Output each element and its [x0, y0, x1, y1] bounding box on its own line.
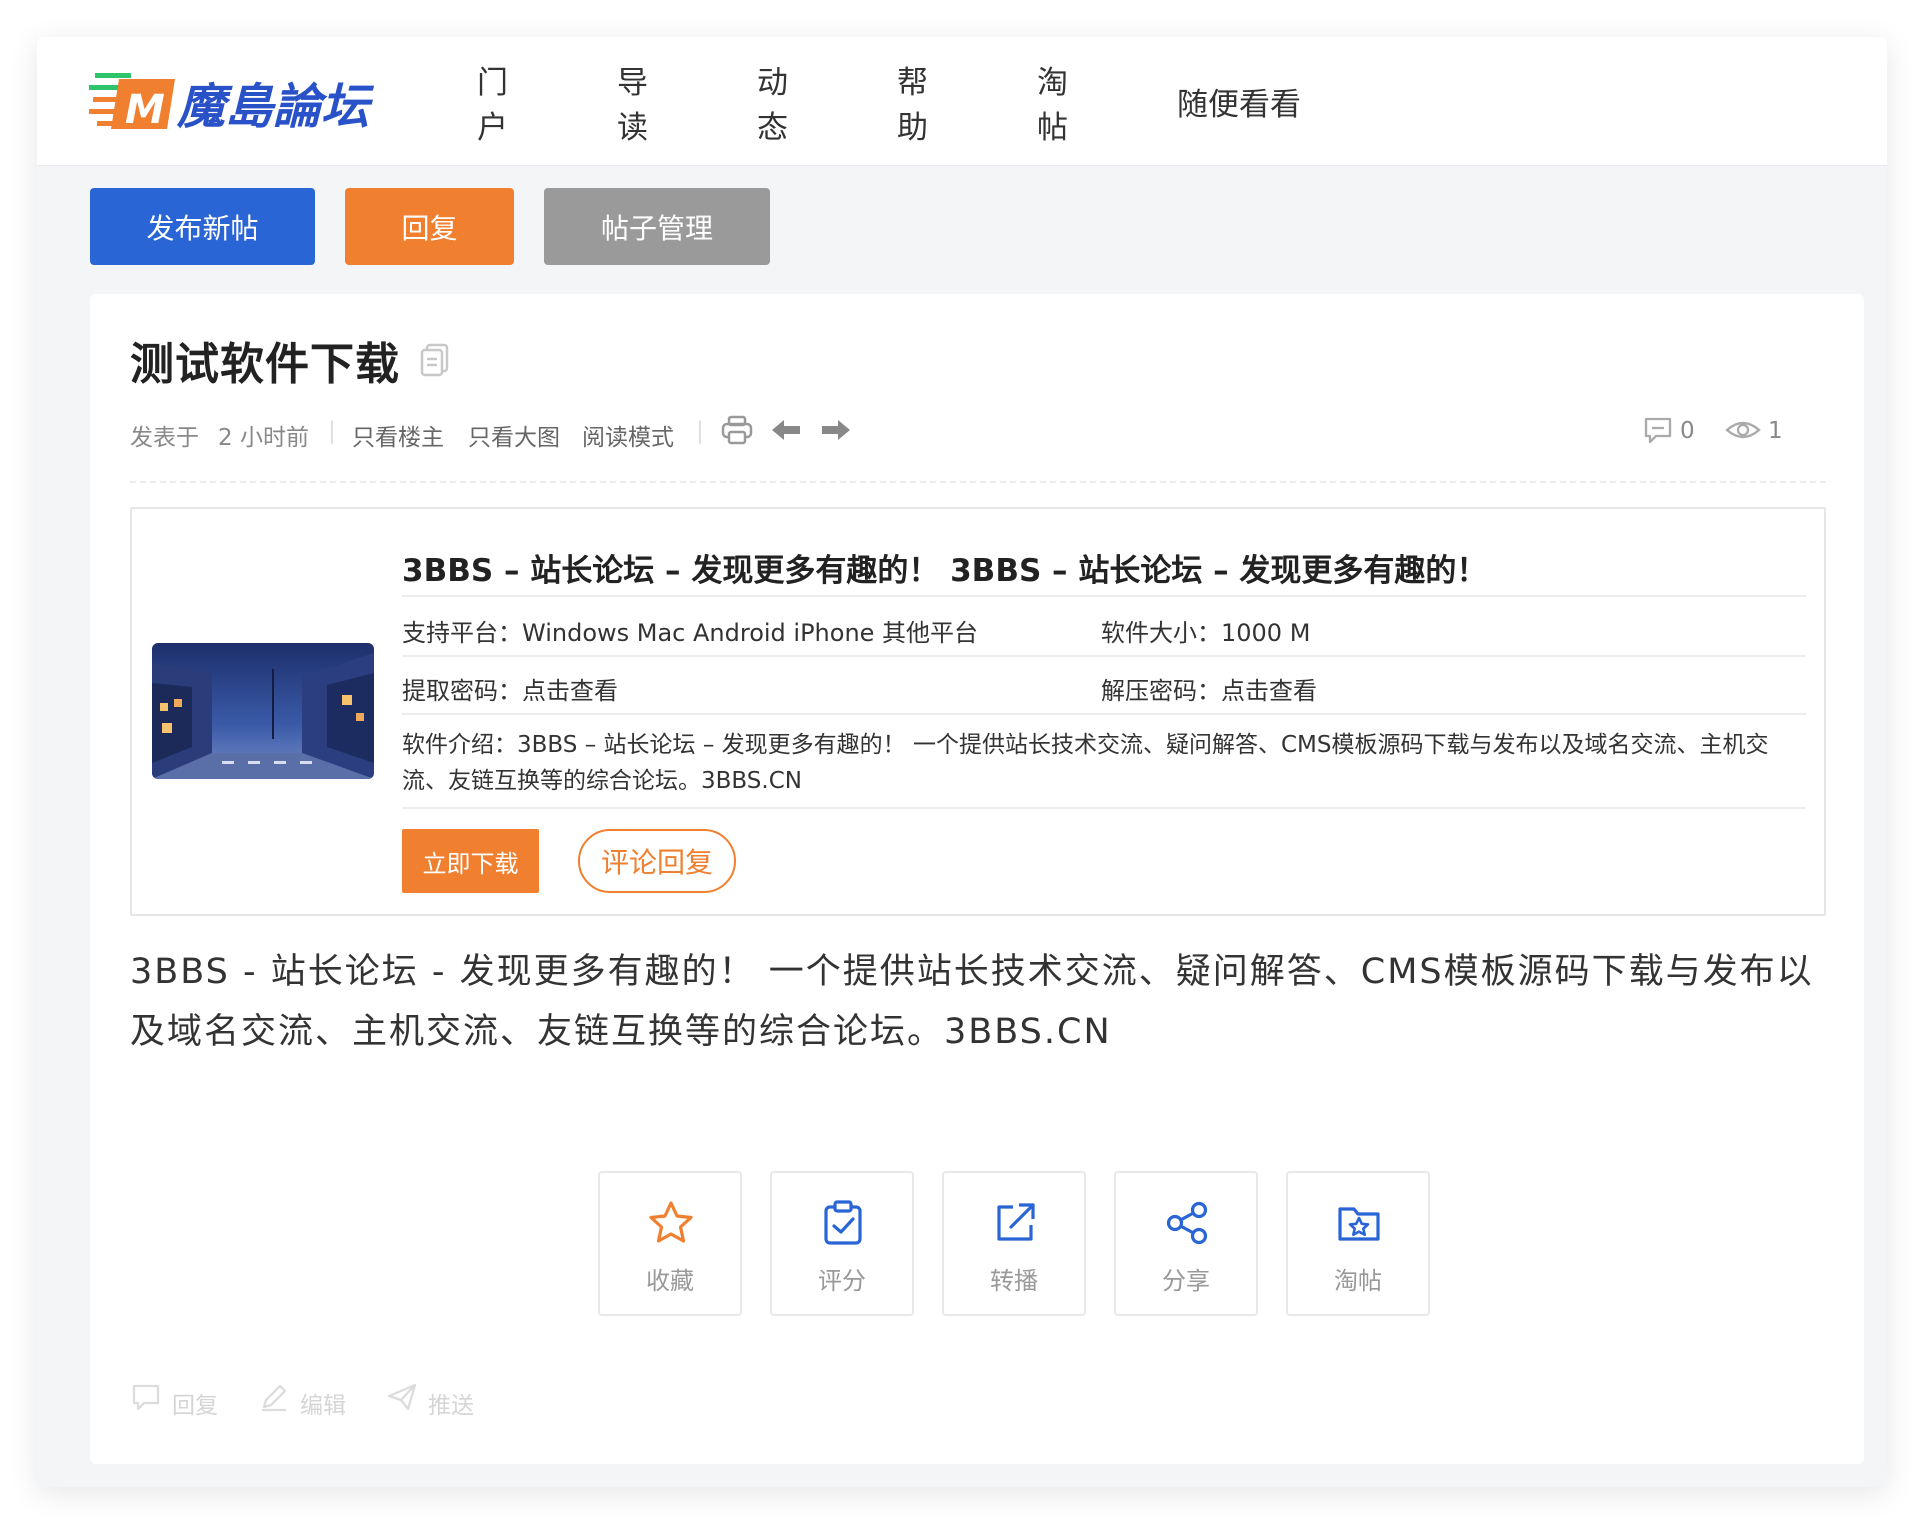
meta-divider: | [328, 418, 336, 444]
footer-edit-link[interactable]: 编辑 [300, 1386, 346, 1420]
meta-divider-line [130, 481, 1826, 483]
comment-reply-button[interactable]: 评论回复 [578, 829, 736, 893]
repost-tile[interactable]: 转播 [942, 1171, 1086, 1316]
external-link-icon [997, 1203, 1035, 1241]
size-value: 1000 M [1221, 619, 1311, 647]
software-title: 3BBS – 站长论坛 – 发现更多有趣的！ 3BBS – 站长论坛 – 发现更… [402, 553, 1488, 589]
logo-text: 魔島論坛 [176, 79, 375, 135]
software-row-divider [402, 595, 1806, 597]
next-thread-icon[interactable] [820, 414, 852, 446]
favorite-tile[interactable]: 收藏 [598, 1171, 742, 1316]
nav-activity[interactable]: 动态 [757, 57, 788, 147]
share-tile[interactable]: 分享 [1114, 1171, 1258, 1316]
footer-push-link[interactable]: 推送 [428, 1386, 474, 1420]
extract-password-row: 提取密码：点击查看 [402, 671, 618, 706]
unzip-password-label: 解压密码： [1101, 677, 1221, 705]
software-info-box: 3BBS – 站长论坛 – 发现更多有趣的！ 3BBS – 站长论坛 – 发现更… [130, 507, 1826, 916]
nav-help[interactable]: 帮助 [897, 57, 928, 147]
window-frame: M 魔島論坛 门户 导读 动态 帮助 淘帖 随便看看 发布新帖 回复 帖子管理 … [37, 37, 1887, 1487]
platform-value: Windows Mac Android iPhone 其他平台 [522, 619, 979, 647]
software-intro: 软件介绍：3BBS – 站长论坛 – 发现更多有趣的！ 一个提供站长技术交流、疑… [402, 727, 1806, 799]
only-author-link[interactable]: 只看楼主 [352, 418, 444, 452]
edit-icon[interactable] [258, 1381, 290, 1413]
unzip-password-row: 解压密码：点击查看 [1101, 671, 1317, 706]
reply-icon[interactable] [130, 1381, 162, 1413]
thread-title: 测试软件下载 [130, 339, 400, 390]
view-count: 1 [1768, 418, 1783, 444]
previous-thread-icon[interactable] [770, 414, 802, 446]
share-icon [1166, 1201, 1208, 1245]
nav-collections[interactable]: 淘帖 [1037, 57, 1068, 147]
comment-count: 0 [1680, 418, 1695, 444]
clipboard-check-icon [824, 1200, 862, 1245]
size-row: 软件大小：1000 M [1101, 613, 1310, 648]
meta-divider: | [696, 418, 704, 444]
copy-link-icon[interactable] [420, 343, 450, 377]
nav-guide[interactable]: 导读 [617, 57, 648, 147]
extract-password-link[interactable]: 点击查看 [522, 677, 618, 705]
intro-value: 3BBS – 站长论坛 – 发现更多有趣的！ 一个提供站长技术交流、疑问解答、C… [402, 732, 1769, 794]
send-icon[interactable] [386, 1381, 418, 1413]
posted-label: 发表于 [130, 425, 199, 451]
software-row-divider [402, 807, 1806, 809]
collect-tile[interactable]: 淘帖 [1286, 1171, 1430, 1316]
collect-label: 淘帖 [1334, 1267, 1382, 1295]
thread-meta-bar: 发表于 2 小时前 | 只看楼主 只看大图 阅读模式 | 0 1 [130, 412, 1826, 452]
nav-random[interactable]: 随便看看 [1177, 79, 1301, 124]
new-post-button[interactable]: 发布新帖 [90, 188, 315, 265]
logo-mark: M [125, 87, 165, 133]
nav-portal[interactable]: 门户 [477, 57, 508, 147]
only-images-link[interactable]: 只看大图 [468, 418, 560, 452]
read-mode-link[interactable]: 阅读模式 [582, 418, 674, 452]
platform-row: 支持平台：Windows Mac Android iPhone 其他平台 [402, 613, 978, 648]
folder-star-icon [1338, 1207, 1380, 1241]
extract-password-label: 提取密码： [402, 677, 522, 705]
repost-label: 转播 [990, 1267, 1038, 1295]
rate-label: 评分 [818, 1267, 866, 1295]
post-body-text: 3BBS - 站长论坛 - 发现更多有趣的！ 一个提供站长技术交流、疑问解答、C… [130, 952, 1814, 1052]
comment-count-icon [1644, 417, 1672, 444]
favorite-label: 收藏 [646, 1267, 694, 1295]
download-button[interactable]: 立即下载 [402, 829, 539, 893]
thread-card: 测试软件下载 发表于 2 小时前 | 只看楼主 只看大图 阅读模式 | 0 1 … [90, 294, 1864, 1464]
posted-time: 2 小时前 [218, 425, 309, 451]
platform-label: 支持平台： [402, 619, 522, 647]
print-icon[interactable] [720, 414, 754, 446]
thread-title-row: 测试软件下载 [130, 328, 450, 392]
rate-tile[interactable]: 评分 [770, 1171, 914, 1316]
software-row-divider [402, 655, 1806, 657]
share-label: 分享 [1162, 1267, 1210, 1295]
view-count-icon [1725, 421, 1761, 439]
footer-reply-link[interactable]: 回复 [172, 1386, 218, 1420]
software-thumbnail[interactable] [152, 643, 374, 779]
unzip-password-link[interactable]: 点击查看 [1221, 677, 1317, 705]
top-navigation-bar: M 魔島論坛 门户 导读 动态 帮助 淘帖 随便看看 [37, 37, 1887, 166]
size-label: 软件大小： [1101, 619, 1221, 647]
manage-post-button[interactable]: 帖子管理 [544, 188, 770, 265]
site-logo[interactable]: M 魔島論坛 [89, 63, 399, 139]
reply-button[interactable]: 回复 [345, 188, 514, 265]
intro-label: 软件介绍： [402, 732, 517, 758]
star-icon [649, 1201, 693, 1243]
software-row-divider [402, 713, 1806, 715]
